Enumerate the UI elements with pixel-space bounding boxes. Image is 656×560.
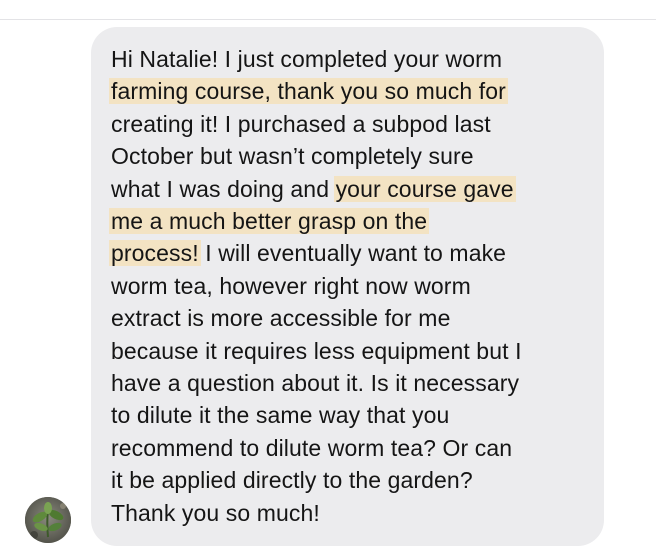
message-segment: to dilute it the same way that you [111,402,450,429]
message-line: me a much better grasp on the [109,205,588,237]
highlighted-segment: farming course, thank you so much for [109,78,508,105]
message-line: to dilute it the same way that you [111,399,588,431]
message-line: have a question about it. Is it necessar… [111,367,588,399]
highlighted-segment: me a much better grasp on the [109,208,430,235]
message-segment: have a question about it. Is it necessar… [111,370,520,397]
message-line: what I was doing and your course gave [111,173,588,205]
message-line: it be applied directly to the garden? [111,464,588,496]
message-line: October but wasn’t completely sure [111,140,588,172]
message-segment: creating it! I purchased a subpod last [111,110,491,137]
message-line: Thank you so much! [111,497,588,529]
message-line: because it requires less equipment but I [111,335,588,367]
message-segment: worm tea, however right now worm [111,272,471,299]
message-line: creating it! I purchased a subpod last [111,108,588,140]
message-segment: I will eventually want to make [198,240,507,267]
message-segment: recommend to dilute worm tea? Or can [111,434,513,461]
message-segment: extract is more accessible for me [111,305,451,332]
message-line: farming course, thank you so much for [109,75,588,107]
top-divider [0,19,656,20]
message-line: extract is more accessible for me [111,302,588,334]
message-segment: because it requires less equipment but I [111,337,522,364]
message-segment: it be applied directly to the garden? [111,467,473,494]
message-segment: Hi Natalie! I just completed your worm [111,46,503,72]
message-segment: what I was doing and [111,175,336,202]
message-line: Hi Natalie! I just completed your worm [111,43,588,75]
highlighted-segment: process! [109,240,201,267]
plant-avatar-icon [25,497,71,543]
sender-avatar[interactable] [25,497,71,543]
message-text: Hi Natalie! I just completed your worm f… [109,43,588,529]
message-bubble[interactable]: Hi Natalie! I just completed your worm f… [91,27,604,546]
message-segment: October but wasn’t completely sure [111,143,474,170]
message-line: recommend to dilute worm tea? Or can [111,432,588,464]
highlighted-segment: your course gave [333,175,516,202]
message-line: worm tea, however right now worm [111,270,588,302]
message-line: process! I will eventually want to make [109,237,588,269]
message-segment: Thank you so much! [111,499,320,526]
